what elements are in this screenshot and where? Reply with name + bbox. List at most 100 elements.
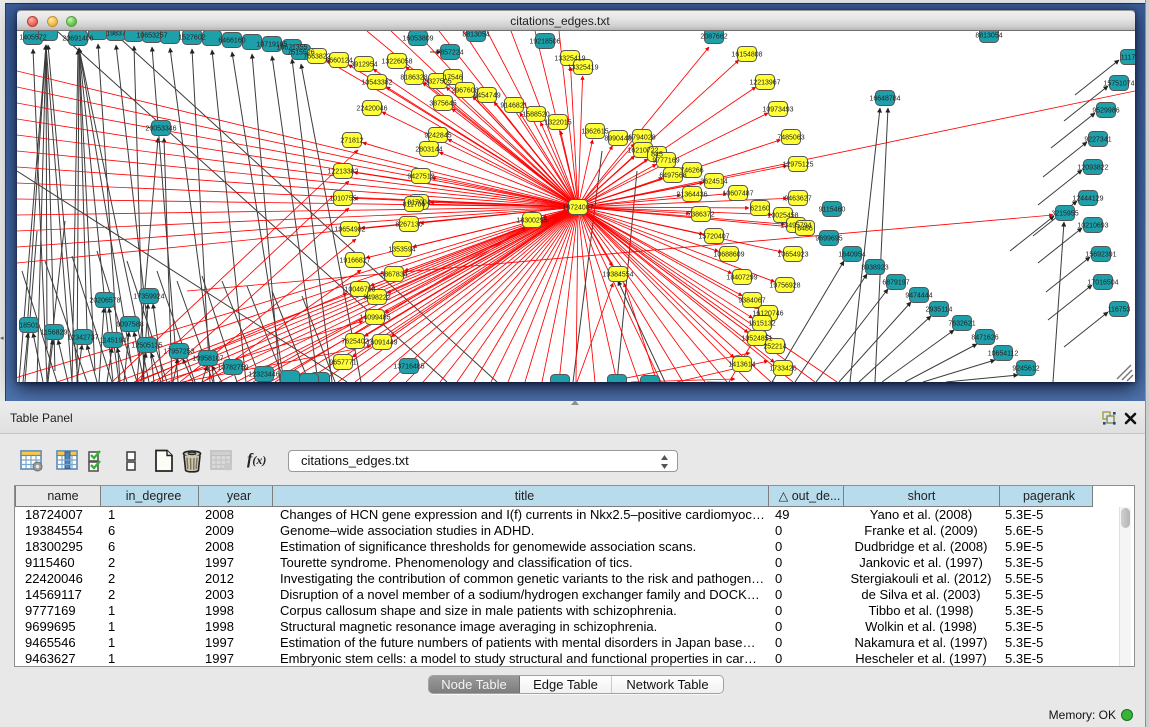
svg-text:15692391: 15692391 <box>1085 252 1116 259</box>
svg-text:1322015: 1322015 <box>544 120 571 127</box>
svg-text:8486: 8486 <box>797 226 813 233</box>
svg-text:15751074: 15751074 <box>1103 81 1134 88</box>
svg-text:8938923: 8938923 <box>861 265 888 272</box>
svg-text:12975125: 12975125 <box>782 162 813 169</box>
svg-text:19384554: 19384554 <box>602 272 633 279</box>
svg-text:17016504: 17016504 <box>1087 280 1118 287</box>
svg-text:7386372: 7386372 <box>687 212 714 219</box>
svg-text:9115460: 9115460 <box>819 207 846 214</box>
svg-text:11175: 11175 <box>1121 55 1135 62</box>
svg-text:12093822: 12093822 <box>1077 165 1108 172</box>
svg-text:1156829: 1156829 <box>41 330 68 337</box>
svg-text:62160: 62160 <box>750 206 770 213</box>
svg-text:19654982: 19654982 <box>334 227 365 234</box>
svg-text:9463627: 9463627 <box>784 196 811 203</box>
svg-text:1010755: 1010755 <box>329 196 356 203</box>
svg-text:1615132: 1615132 <box>748 321 775 328</box>
svg-text:13226058: 13226058 <box>381 59 412 66</box>
svg-text:10210693: 10210693 <box>1077 223 1108 230</box>
svg-text:252214: 252214 <box>763 344 786 351</box>
svg-text:1588520: 1588520 <box>522 112 549 119</box>
svg-text:1640954: 1640954 <box>838 252 865 259</box>
svg-text:13716485: 13716485 <box>393 364 424 371</box>
svg-text:6879197: 6879197 <box>882 280 909 287</box>
svg-text:9227341: 9227341 <box>1084 137 1111 144</box>
svg-text:9777169: 9777169 <box>652 158 679 165</box>
svg-text:10543382: 10543382 <box>361 80 392 87</box>
svg-text:7857224: 7857224 <box>436 50 463 57</box>
svg-text:10025458: 10025458 <box>767 213 798 220</box>
svg-text:16091449: 16091449 <box>366 340 397 347</box>
svg-text:9657771: 9657771 <box>329 360 356 367</box>
svg-text:18300295: 18300295 <box>516 218 547 225</box>
svg-text:9146821: 9146821 <box>500 103 527 110</box>
svg-text:15720407: 15720407 <box>698 234 729 241</box>
svg-text:12342737: 12342737 <box>67 335 98 342</box>
svg-text:13325419: 13325419 <box>567 65 598 72</box>
svg-text:7485063: 7485063 <box>777 135 804 142</box>
svg-text:9427512: 9427512 <box>407 174 434 181</box>
svg-text:10782759: 10782759 <box>217 365 248 372</box>
svg-text:9498222: 9498222 <box>363 295 390 302</box>
svg-text:3875645: 3875645 <box>429 101 456 108</box>
svg-text:10973493: 10973493 <box>762 107 793 114</box>
svg-text:9699695: 9699695 <box>815 236 842 243</box>
svg-text:8660124: 8660124 <box>325 58 352 65</box>
svg-text:10046708: 10046708 <box>344 287 375 294</box>
svg-text:19756928: 19756928 <box>769 283 800 290</box>
svg-text:8267130: 8267130 <box>395 222 422 229</box>
svg-text:5867834: 5867834 <box>380 272 407 279</box>
svg-text:17957253: 17957253 <box>163 349 194 356</box>
svg-text:6466160: 6466160 <box>218 38 245 45</box>
svg-text:22420046: 22420046 <box>356 106 387 113</box>
svg-text:1353594: 1353594 <box>388 247 415 254</box>
svg-text:12323446: 12323446 <box>248 372 279 379</box>
svg-text:12213382: 12213382 <box>327 169 358 176</box>
svg-text:10653257: 10653257 <box>136 33 167 40</box>
svg-text:10654112: 10654112 <box>988 351 1019 358</box>
svg-text:8454749: 8454749 <box>473 93 500 100</box>
svg-text:13325419: 13325419 <box>554 56 585 63</box>
svg-text:3912954: 3912954 <box>350 62 377 69</box>
svg-text:271812: 271812 <box>340 138 363 145</box>
svg-text:9242845: 9242845 <box>424 133 451 140</box>
svg-text:17359924: 17359924 <box>133 294 164 301</box>
svg-text:8813054: 8813054 <box>975 33 1002 40</box>
svg-text:21364436: 21364436 <box>676 192 707 199</box>
svg-text:10654923: 10654923 <box>777 252 808 259</box>
svg-text:18407299: 18407299 <box>726 275 757 282</box>
svg-text:10607487: 10607487 <box>722 191 753 198</box>
svg-text:8471626: 8471626 <box>971 335 998 342</box>
svg-text:18724007: 18724007 <box>562 205 593 212</box>
svg-text:1145194: 1145194 <box>100 338 127 345</box>
svg-text:3215955: 3215955 <box>1051 211 1078 218</box>
svg-text:9245612: 9245612 <box>1012 366 1039 373</box>
svg-text:16120746: 16120746 <box>752 311 783 318</box>
svg-text:17546: 17546 <box>443 75 463 82</box>
svg-text:2935114: 2935114 <box>926 307 953 314</box>
svg-text:6794028: 6794028 <box>628 135 655 142</box>
svg-text:20691406: 20691406 <box>62 36 93 43</box>
svg-text:1733426: 1733426 <box>769 366 796 373</box>
svg-text:116753: 116753 <box>1108 307 1131 314</box>
svg-text:1413614: 1413614 <box>728 362 755 369</box>
svg-text:2087662: 2087662 <box>700 34 727 41</box>
svg-text:10688609: 10688609 <box>713 252 744 259</box>
svg-text:18501: 18501 <box>19 323 39 330</box>
svg-text:811706: 811706 <box>403 202 426 209</box>
svg-text:19524851: 19524851 <box>741 336 772 343</box>
svg-text:9384067: 9384067 <box>738 298 765 305</box>
svg-text:8813054: 8813054 <box>462 32 489 39</box>
svg-text:2803144: 2803144 <box>415 147 442 154</box>
svg-text:16154808: 16154808 <box>731 52 762 59</box>
svg-text:19166827: 19166827 <box>339 258 370 265</box>
svg-text:1362615: 1362615 <box>581 129 608 136</box>
svg-text:1527602: 1527602 <box>178 35 205 42</box>
svg-text:12213967: 12213967 <box>749 80 780 87</box>
svg-text:14099485: 14099485 <box>359 315 390 322</box>
svg-text:12505135: 12505135 <box>131 343 162 350</box>
svg-text:16648784: 16648784 <box>869 96 900 103</box>
svg-text:20053346: 20053346 <box>145 126 176 133</box>
svg-text:10958107: 10958107 <box>192 356 223 363</box>
svg-text:9097588: 9097588 <box>116 322 143 329</box>
